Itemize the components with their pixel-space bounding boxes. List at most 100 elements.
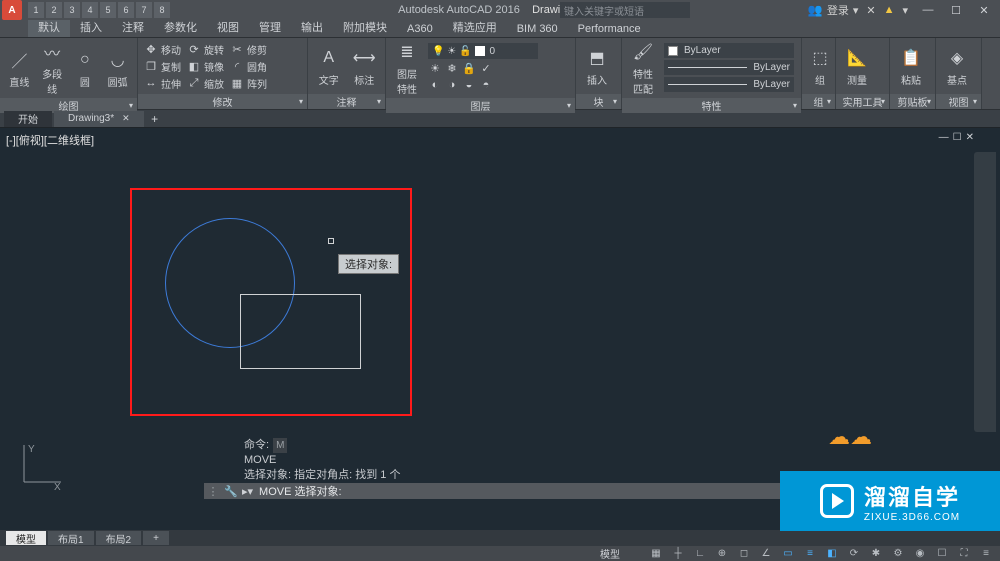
move-button[interactable]: ✥移动 <box>144 41 181 57</box>
drawing-viewport[interactable]: [-][俯视][二维线框] — ☐ ✕ 选择对象: Y X ☁☁ 命令:M MO… <box>0 128 1000 530</box>
circle-button[interactable]: ○圆 <box>72 48 99 89</box>
qat-btn[interactable]: 6 <box>118 2 134 18</box>
panel-title[interactable]: 块▾ <box>576 94 621 109</box>
autodesk-cloud-icon[interactable]: ☁☁ <box>828 424 872 450</box>
match-properties-button[interactable]: 🖌特性 匹配 <box>628 40 658 96</box>
dimension-button[interactable]: ⟷标注 <box>350 46 380 87</box>
drag-handle-icon[interactable]: ⋮ <box>204 485 222 498</box>
layer-tool-icon[interactable]: ◐ <box>428 78 442 92</box>
qat-btn[interactable]: 2 <box>46 2 62 18</box>
layout-tab-model[interactable]: 模型 <box>6 531 46 545</box>
line-button[interactable]: ／直线 <box>6 48 33 89</box>
color-dropdown[interactable]: ByLayer <box>664 43 794 58</box>
vp-restore-icon[interactable]: ☐ <box>953 132 962 143</box>
layer-tool-icon[interactable]: ◑ <box>445 78 459 92</box>
layer-tool-icon[interactable]: ◒ <box>462 78 476 92</box>
command-line[interactable]: ⋮ 🔧 ▸▾ MOVE 选择对象: <box>204 483 780 499</box>
help-dropdown-icon[interactable]: ▾ <box>902 4 908 17</box>
layer-tool-icon[interactable]: ✓ <box>479 61 493 75</box>
panel-title[interactable]: 特性▾ <box>622 98 801 113</box>
linetype-dropdown[interactable]: ByLayer <box>664 77 794 92</box>
panel-title[interactable]: 剪贴板▾ <box>890 94 935 109</box>
rotate-button[interactable]: ⟳旋转 <box>187 41 224 57</box>
file-tab-start[interactable]: 开始 <box>4 111 52 127</box>
qat-btn[interactable]: 8 <box>154 2 170 18</box>
ribbon-tab[interactable]: 管理 <box>249 17 291 37</box>
file-tab-drawing[interactable]: Drawing3*✕ <box>54 111 144 127</box>
ribbon-tab[interactable]: A360 <box>397 21 443 37</box>
lineweight-toggle-icon[interactable]: ≡ <box>802 547 818 560</box>
ribbon-tab[interactable]: Performance <box>568 21 651 37</box>
transparency-toggle-icon[interactable]: ◧ <box>824 547 840 560</box>
paste-button[interactable]: 📋粘贴 <box>896 46 926 87</box>
panel-title[interactable]: 修改▾ <box>138 94 307 109</box>
ribbon-tab[interactable]: 参数化 <box>154 17 207 37</box>
ortho-toggle-icon[interactable]: ∟ <box>692 547 708 560</box>
layout-tab[interactable]: 布局2 <box>96 531 142 545</box>
vp-minimize-icon[interactable]: — <box>939 132 949 143</box>
ribbon-tab[interactable]: BIM 360 <box>507 21 568 37</box>
app-icon[interactable]: A <box>2 0 22 20</box>
clean-screen-icon[interactable]: ⛶ <box>956 547 972 560</box>
panel-title[interactable]: 视图▾ <box>936 94 981 109</box>
exchange-icon[interactable]: ✕ <box>866 4 875 17</box>
selection-cycling-icon[interactable]: ⟳ <box>846 547 862 560</box>
ribbon-tab[interactable]: 注释 <box>112 17 154 37</box>
ribbon-tab[interactable]: 附加模块 <box>333 17 397 37</box>
polar-toggle-icon[interactable]: ⊕ <box>714 547 730 560</box>
panel-title[interactable]: 注释▾ <box>308 94 385 109</box>
ribbon-tab[interactable]: 输出 <box>291 17 333 37</box>
array-button[interactable]: ▦阵列 <box>230 75 267 91</box>
sign-in-button[interactable]: 👥 登录 ▾ <box>808 2 858 18</box>
viewport-label[interactable]: [-][俯视][二维线框] <box>6 132 94 148</box>
layer-tool-icon[interactable]: ◓ <box>479 78 493 92</box>
layer-dropdown[interactable]: 💡 ☀ 🔓 0 <box>428 43 538 59</box>
vp-close-icon[interactable]: ✕ <box>966 132 974 143</box>
basepoint-button[interactable]: ◈基点 <box>942 46 972 87</box>
minimize-button[interactable]: — <box>916 2 940 18</box>
stretch-button[interactable]: ↔拉伸 <box>144 75 181 91</box>
layer-properties-button[interactable]: ≣图层 特性 <box>392 40 422 96</box>
close-tab-icon[interactable]: ✕ <box>122 113 130 124</box>
trim-button[interactable]: ✂修剪 <box>230 41 267 57</box>
mirror-button[interactable]: ◧镜像 <box>187 58 224 74</box>
osnap-toggle-icon[interactable]: ◻ <box>736 547 752 560</box>
layer-tool-icon[interactable]: ❄ <box>445 61 459 75</box>
panel-title[interactable]: 实用工具▾ <box>836 94 889 109</box>
hardware-accel-icon[interactable]: ☐ <box>934 547 950 560</box>
polyline-button[interactable]: 〰多段线 <box>39 40 66 96</box>
drawing-object-rectangle[interactable] <box>240 294 361 369</box>
isolate-icon[interactable]: ◉ <box>912 547 928 560</box>
navigation-bar[interactable] <box>974 152 996 432</box>
fillet-button[interactable]: ◜圆角 <box>230 58 267 74</box>
workspace-icon[interactable]: ⚙ <box>890 547 906 560</box>
ribbon-tab[interactable]: 插入 <box>70 17 112 37</box>
recent-commands-icon[interactable]: ▸▾ <box>240 485 259 498</box>
grid-toggle-icon[interactable]: ▦ <box>648 547 664 560</box>
close-button[interactable]: ✕ <box>972 2 996 18</box>
qat-btn[interactable]: 5 <box>100 2 116 18</box>
annotation-scale-icon[interactable]: ✱ <box>868 547 884 560</box>
arc-button[interactable]: ◡圆弧 <box>104 48 131 89</box>
scale-button[interactable]: ⤢缩放 <box>187 75 224 91</box>
qat-btn[interactable]: 1 <box>28 2 44 18</box>
ribbon-tab[interactable]: 精选应用 <box>443 17 507 37</box>
customize-status-icon[interactable]: ≡ <box>978 547 994 560</box>
add-layout-button[interactable]: + <box>143 531 169 545</box>
text-button[interactable]: A文字 <box>314 46 344 87</box>
lineweight-dropdown[interactable]: ByLayer <box>664 60 794 75</box>
measure-button[interactable]: 📐测量 <box>842 46 872 87</box>
otrack-toggle-icon[interactable]: ∠ <box>758 547 774 560</box>
customize-icon[interactable]: 🔧 <box>222 485 240 498</box>
qat-btn[interactable]: 4 <box>82 2 98 18</box>
ribbon-tab[interactable]: 默认 <box>28 17 70 37</box>
qat-btn[interactable]: 3 <box>64 2 80 18</box>
status-model-label[interactable]: 模型 <box>600 546 620 561</box>
new-tab-button[interactable]: + <box>146 111 164 127</box>
help-search-input[interactable]: 键入关键字或短语 <box>560 2 690 18</box>
layer-tool-icon[interactable]: 🔒 <box>462 61 476 75</box>
group-button[interactable]: ⬚组 <box>808 46 832 87</box>
layer-tool-icon[interactable]: ☀ <box>428 61 442 75</box>
help-icon[interactable]: ▲ <box>884 4 895 16</box>
maximize-button[interactable]: ☐ <box>944 2 968 18</box>
